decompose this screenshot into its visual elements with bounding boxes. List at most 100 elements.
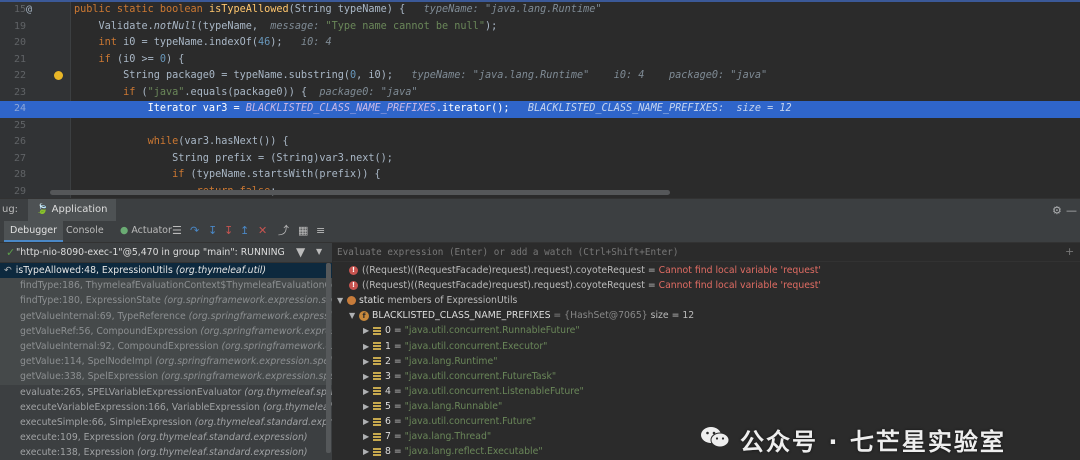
code-line[interactable]: 27 String prefix = (String)var3.next(); [0,151,1080,168]
show-execution-point-icon[interactable]: ☰ [172,225,182,237]
stack-frame[interactable]: execute:109, Expression (org.thymeleaf.s… [0,430,332,445]
watch-error-row[interactable]: ! ((Request)((RequestFacade)request).requ… [333,278,1080,293]
expand-chevron-icon[interactable]: ▶ [363,354,373,369]
code-line[interactable]: 20 int i0 = typeName.indexOf(46); i0: 4 [0,35,1080,52]
static-members-node[interactable]: ▼ static members of ExpressionUtils [333,293,1080,308]
step-out-icon[interactable]: ↥ [240,225,249,237]
code-editor[interactable]: 15 @ public static boolean isTypeAllowed(S… [0,0,1080,198]
stack-frame[interactable]: getValue:114, SpelNodeImpl (org.springfr… [0,354,332,370]
current-frame-arrow-icon: ↶ [4,265,12,276]
lightbulb-icon[interactable] [54,71,63,80]
annotation-icon[interactable]: @ [26,4,32,16]
code-line[interactable]: 28 if (typeName.startsWith(prefix)) { [0,167,1080,184]
frames-scrollbar[interactable] [326,263,331,453]
stack-frame[interactable]: getValueInternal:92, CompoundExpression … [0,339,332,355]
code-token: ); [484,20,504,32]
expand-chevron-icon[interactable]: ▶ [363,399,373,414]
evaluate-expression-icon[interactable]: ▦ [298,225,308,237]
stack-frame[interactable]: findType:186, ThymeleafEvaluationContext… [0,278,332,294]
stack-frame[interactable]: executeVariableExpression:166, VariableE… [0,400,332,415]
code-token: (var3.hasNext()) { [178,136,289,147]
expand-chevron-icon[interactable]: ▶ [363,429,373,444]
tab-console[interactable]: Console [60,221,110,242]
code-line[interactable]: 25 [0,118,1080,135]
minimize-icon[interactable]: — [1066,204,1077,217]
expand-chevron-icon[interactable]: ▶ [363,339,373,354]
tab-actuator[interactable]: ● Actuator [114,221,178,242]
list-entry-icon [373,432,381,441]
stack-frame[interactable]: executeSimple:66, SimpleExpression (org.… [0,415,332,430]
force-step-into-icon[interactable]: ↧ [224,225,233,237]
stack-frame[interactable]: ↶ isTypeAllowed:48, ExpressionUtils (org.… [0,263,332,279]
line-number: 27 [13,152,26,164]
expand-chevron-icon[interactable]: ▶ [363,444,373,459]
trace-icon[interactable]: ≡ [316,225,325,237]
thread-selector[interactable]: ✓ "http-nio-8090-exec-1"@5,470 in group … [0,243,332,263]
code-line[interactable]: 15 @ public static boolean isTypeAllowed(S… [0,2,1080,19]
entry-equals: = [390,385,405,397]
code-line[interactable]: 21 if (i0 >= 0) { [0,52,1080,69]
code-line[interactable]: 23 if ("java".equals(package0)) { packag… [0,85,1080,102]
watch-expression: ((Request)((RequestFacade)request).reque… [362,280,659,292]
editor-horizontal-scrollbar[interactable] [50,190,670,195]
run-to-cursor-icon[interactable]: ⤴ [278,225,289,237]
entry-equals: = [390,370,405,382]
frame-method: executeVariableExpression:166, VariableE… [20,401,260,413]
code-token: BLACKLISTED_CLASS_NAME_PREFIXES [245,103,436,114]
expand-chevron-icon[interactable]: ▶ [363,384,373,399]
code-line[interactable]: 26 while(var3.hasNext()) { [0,134,1080,151]
entry-equals: = [390,325,405,337]
entry-value: "java.util.concurrent.Future" [404,416,537,427]
stack-frame[interactable]: getValueRef:56, CompoundExpression (org.… [0,323,332,339]
static-keyword: static [359,295,385,307]
stack-frame-wrapper: getValueInternal:92, CompoundExpression … [0,341,332,352]
set-entry-row[interactable]: ▶ 2 = "java.lang.Runtime" [333,354,1080,369]
static-icon [347,296,356,306]
stack-frame[interactable]: getValueInternal:69, TypeReference (org.… [0,308,332,324]
chevron-down-icon[interactable]: ▼ [316,247,322,256]
stack-frame[interactable]: findType:180, ExpressionState (org.sprin… [0,293,332,309]
stack-frame-wrapper: findType:186, ThymeleafEvaluationContext… [0,280,332,291]
expand-chevron-icon[interactable]: ▶ [363,414,373,429]
line-number: 21 [13,53,26,65]
expand-chevron-icon[interactable]: ▼ [349,308,359,323]
entry-value: "java.lang.Thread" [404,431,492,443]
run-config-tab-application[interactable]: 🍃 Application [28,199,116,223]
field-node-blacklist[interactable]: ▼ f BLACKLISTED_CLASS_NAME_PREFIXES = {Has… [333,308,1080,323]
stack-frame-wrapper: getValue:114, SpelNodeImpl (org.springfr… [0,356,332,367]
set-entry-row[interactable]: ▶ 1 = "java.util.concurrent.Executor" [333,339,1080,354]
set-entry-row[interactable]: ▶ 0 = "java.util.concurrent.RunnableFutur… [333,323,1080,338]
code-line[interactable]: 19 Validate.notNull(typeName, message: "… [0,19,1080,36]
expand-chevron-icon[interactable]: ▶ [363,369,373,384]
set-entry-row[interactable]: ▶ 5 = "java.lang.Runnable" [333,399,1080,414]
tab-debugger[interactable]: Debugger [4,221,64,242]
step-over-icon[interactable]: ↷ [190,225,199,237]
entry-equals: = [390,355,405,367]
entry-value: "java.lang.Runnable" [404,400,503,412]
step-into-icon[interactable]: ↧ [208,225,217,237]
watch-error-row[interactable]: ! ((Request)((RequestFacade)request).requ… [333,263,1080,278]
settings-gear-icon[interactable]: ⚙ [1052,204,1062,217]
code-line-current-execution[interactable]: 24 Iterator var3 = BLACKLISTED_CLASS_NAM… [0,101,1080,118]
set-entry-row[interactable]: ▶ 4 = "java.util.concurrent.ListenableFut… [333,384,1080,399]
frame-package: (org.springframework.expre [221,341,332,352]
expand-chevron-icon[interactable]: ▶ [363,323,373,338]
expand-chevron-icon[interactable]: ▼ [337,293,347,308]
add-watch-icon[interactable]: + [1065,245,1074,258]
evaluate-expression-input[interactable] [335,244,1059,260]
code-line[interactable]: 22 String package0 = typeName.substring(… [0,68,1080,85]
code-token: , i0); [356,70,406,81]
stack-frame[interactable]: execute:138, Expression (org.thymeleaf.s… [0,445,332,460]
code-text: if ("java".equals(package0)) { package0:… [74,85,417,102]
filter-icon[interactable]: ▼ [296,245,305,259]
stack-frame[interactable]: evaluate:265, SPELVariableExpressionEval… [0,385,332,400]
frame-package: (org.springframework.expression.s [188,310,332,322]
set-entry-row[interactable]: ▶ 3 = "java.util.concurrent.FutureTask" [333,369,1080,384]
line-number: 19 [13,20,26,32]
code-text: if (i0 >= 0) { [74,52,185,69]
drop-frame-icon[interactable]: ✕ [258,225,267,237]
entry-value: "java.util.concurrent.ListenableFuture" [404,385,584,397]
stack-frame-wrapper: findType:180, ExpressionState (org.sprin… [0,295,332,306]
stack-frame[interactable]: getValue:338, SpelExpression (org.spring… [0,369,332,385]
stack-frame-wrapper: execute:138, Expression (org.thymeleaf.s… [0,447,307,458]
